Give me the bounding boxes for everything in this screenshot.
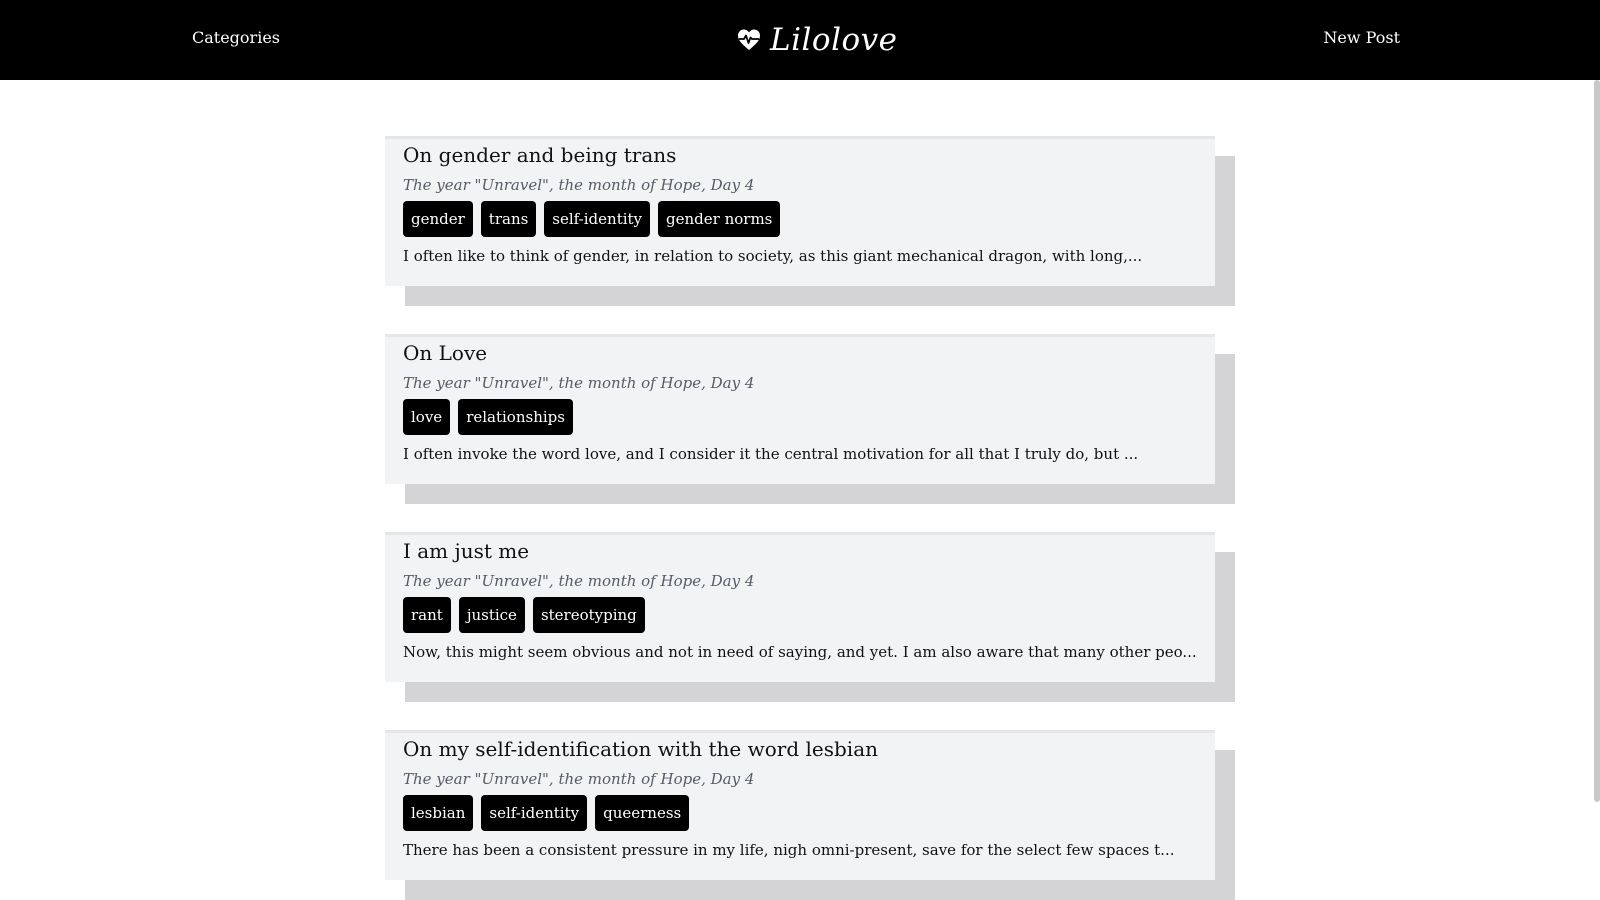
tag-badge[interactable]: rant xyxy=(403,597,451,633)
post-title[interactable]: I am just me xyxy=(403,537,1197,567)
post-feed: On gender and being trans The year "Unrav… xyxy=(385,136,1235,900)
post-item: On gender and being trans The year "Unrav… xyxy=(385,136,1235,306)
post-title[interactable]: On my self-identification with the word … xyxy=(403,735,1197,765)
tag-badge[interactable]: love xyxy=(403,399,451,435)
post-excerpt: I often like to think of gender, in rela… xyxy=(403,247,1143,265)
post-excerpt: I often invoke the word love, and I cons… xyxy=(403,445,1139,463)
post-item: On Love The year "Unravel", the month of … xyxy=(385,334,1235,504)
post-card[interactable]: On Love The year "Unravel", the month of … xyxy=(385,334,1215,484)
tag-badge[interactable]: gender xyxy=(403,201,473,237)
post-date: The year "Unravel", the month of Hope, D… xyxy=(403,176,755,194)
new-post-link[interactable]: New Post xyxy=(1323,28,1400,47)
post-card[interactable]: On my self-identification with the word … xyxy=(385,730,1215,880)
brand-logo[interactable]: Lilolove xyxy=(736,18,898,62)
page-scrollbar[interactable] xyxy=(1594,80,1600,802)
post-card[interactable]: On gender and being trans The year "Unrav… xyxy=(385,136,1215,286)
categories-link[interactable]: Categories xyxy=(192,28,280,47)
tag-badge[interactable]: self-identity xyxy=(481,795,588,831)
post-excerpt: There has been a consistent pressure in … xyxy=(403,841,1175,859)
post-card[interactable]: I am just me The year "Unravel", the mont… xyxy=(385,532,1215,682)
tag-badge[interactable]: gender norms xyxy=(658,201,781,237)
post-item: I am just me The year "Unravel", the mont… xyxy=(385,532,1235,702)
post-date: The year "Unravel", the month of Hope, D… xyxy=(403,374,755,392)
post-item: On my self-identification with the word … xyxy=(385,730,1235,900)
post-date: The year "Unravel", the month of Hope, D… xyxy=(403,770,755,788)
tag-badge[interactable]: queerness xyxy=(595,795,690,831)
post-title[interactable]: On Love xyxy=(403,339,1197,369)
tag-badge[interactable]: trans xyxy=(480,201,537,237)
brand-name: Lilolove xyxy=(770,22,898,58)
top-navbar: Categories Lilolove New Post xyxy=(0,0,1600,80)
tag-badge[interactable]: justice xyxy=(458,597,525,633)
post-tags: gender trans self-identity gender norms xyxy=(403,201,1197,237)
post-date: The year "Unravel", the month of Hope, D… xyxy=(403,572,755,590)
heart-pulse-icon xyxy=(736,27,762,53)
tag-badge[interactable]: relationships xyxy=(458,399,573,435)
post-tags: love relationships xyxy=(403,399,1197,435)
tag-badge[interactable]: self-identity xyxy=(544,201,651,237)
tag-badge[interactable]: stereotyping xyxy=(532,597,645,633)
post-excerpt: Now, this might seem obvious and not in … xyxy=(403,643,1197,661)
tag-badge[interactable]: lesbian xyxy=(403,795,474,831)
post-tags: lesbian self-identity queerness xyxy=(403,795,1197,831)
post-title[interactable]: On gender and being trans xyxy=(403,141,1197,171)
post-tags: rant justice stereotyping xyxy=(403,597,1197,633)
